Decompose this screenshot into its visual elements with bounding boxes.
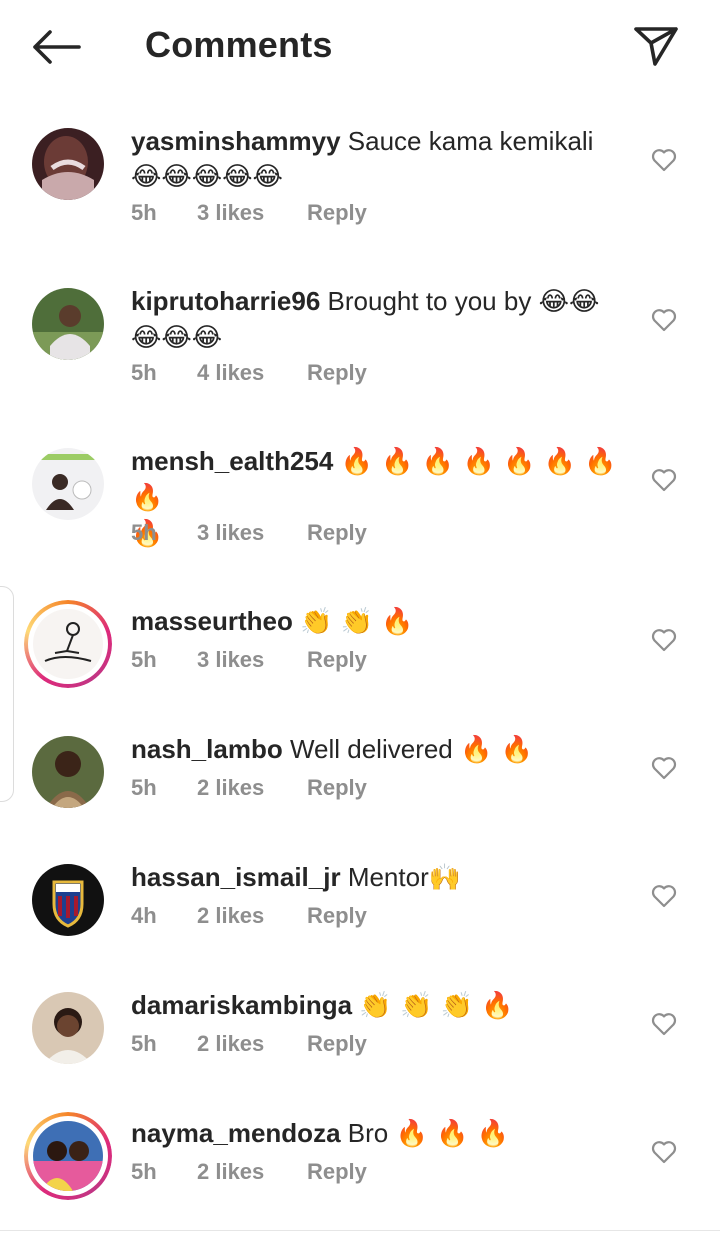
comment-meta: 4h 2 likes Reply: [131, 903, 367, 929]
comment-likes[interactable]: 2 likes: [197, 775, 307, 801]
comment-time: 5h: [131, 775, 157, 800]
comment-body: damariskambinga 👏 👏 👏 🔥: [131, 988, 631, 1024]
avatar[interactable]: [24, 1112, 112, 1200]
heart-outline-icon[interactable]: [650, 882, 678, 910]
comment-likes[interactable]: 3 likes: [197, 200, 307, 226]
comment-likes[interactable]: 2 likes: [197, 903, 307, 929]
comment-likes[interactable]: 4 likes: [197, 360, 307, 386]
comment-time: 5h: [131, 520, 157, 545]
comment-likes[interactable]: 3 likes: [197, 647, 307, 673]
comment-username[interactable]: hassan_ismail_jr: [131, 862, 341, 892]
comment-text: Well delivered: [289, 734, 453, 764]
comment-item: masseurtheo 👏 👏 🔥 5h 3 likes Reply: [0, 574, 720, 702]
header-bar: Comments: [0, 0, 720, 94]
comment-item: damariskambinga 👏 👏 👏 🔥 5h 2 likes Reply: [0, 958, 720, 1086]
comment-meta: 5h 3 likes Reply: [131, 647, 367, 673]
avatar[interactable]: [32, 992, 104, 1064]
share-button[interactable]: [628, 18, 684, 74]
comment-body: masseurtheo 👏 👏 🔥: [131, 604, 631, 640]
comment-list: yasminshammyy Sauce kama kemikali 😂😂😂😂😂 …: [0, 94, 720, 1214]
comment-likes[interactable]: 2 likes: [197, 1159, 307, 1185]
heart-outline-icon[interactable]: [650, 754, 678, 782]
comment-item: yasminshammyy Sauce kama kemikali 😂😂😂😂😂 …: [0, 94, 720, 254]
comment-emojis: 👏 👏 👏 🔥: [359, 991, 514, 1021]
comment-likes[interactable]: 2 likes: [197, 1031, 307, 1057]
heart-outline-icon[interactable]: [650, 466, 678, 494]
comment-body: yasminshammyy Sauce kama kemikali 😂😂😂😂😂: [131, 124, 631, 195]
comment-username[interactable]: damariskambinga: [131, 990, 352, 1020]
comment-emojis: 🔥 🔥 🔥: [395, 1119, 510, 1149]
comment-text: Sauce kama kemikali: [347, 126, 594, 156]
comment-username[interactable]: yasminshammyy: [131, 126, 341, 156]
comment-emojis: 🔥 🔥: [460, 735, 534, 765]
comment-time: 5h: [131, 360, 157, 385]
comment-text: Bro: [347, 1118, 389, 1148]
comment-text: Mentor: [347, 862, 429, 892]
comment-time: 5h: [131, 200, 157, 225]
avatar[interactable]: [32, 288, 104, 360]
comment-meta: 5h 3 likes Reply: [131, 200, 367, 226]
comment-likes[interactable]: 3 likes: [197, 520, 307, 546]
paper-plane-icon: [634, 27, 678, 66]
heart-outline-icon[interactable]: [650, 1010, 678, 1038]
comment-username[interactable]: nayma_mendoza: [131, 1118, 341, 1148]
comment-username[interactable]: mensh_ealth254: [131, 446, 333, 476]
comment-time: 5h: [131, 647, 157, 672]
reply-button[interactable]: Reply: [307, 520, 367, 546]
comment-emojis: 👏 👏 🔥: [300, 607, 414, 637]
reply-button[interactable]: Reply: [307, 1159, 367, 1185]
comment-emojis: 😂😂😂😂😂: [131, 162, 283, 192]
comment-body: kiprutoharrie96 Brought to you by 😂😂 😂😂😂: [131, 284, 631, 356]
comment-meta: 5h 2 likes Reply: [131, 775, 367, 801]
reply-button[interactable]: Reply: [307, 360, 367, 386]
avatar[interactable]: [32, 736, 104, 808]
reply-button[interactable]: Reply: [307, 903, 367, 929]
comment-time: 4h: [131, 903, 157, 928]
comment-text: Brought to you by: [327, 286, 532, 316]
comment-body: nash_lambo Well delivered 🔥 🔥: [131, 732, 631, 768]
comment-item: nayma_mendoza Bro 🔥 🔥 🔥 5h 2 likes Reply: [0, 1086, 720, 1214]
heart-outline-icon[interactable]: [650, 146, 678, 174]
comment-item: hassan_ismail_jr Mentor🙌 4h 2 likes Repl…: [0, 830, 720, 958]
comment-body: hassan_ismail_jr Mentor🙌: [131, 860, 631, 896]
heart-outline-icon[interactable]: [650, 306, 678, 334]
divider: [0, 1230, 720, 1231]
comment-item: nash_lambo Well delivered 🔥 🔥 5h 2 likes…: [0, 702, 720, 830]
page-title: Comments: [145, 24, 333, 65]
comment-emojis: 🙌: [428, 863, 462, 893]
reply-button[interactable]: Reply: [307, 200, 367, 226]
comment-item: mensh_ealth254 🔥 🔥 🔥 🔥 🔥 🔥 🔥 🔥 🔥 5h 3 li…: [0, 414, 720, 574]
comment-username[interactable]: nash_lambo: [131, 734, 283, 764]
comment-username[interactable]: masseurtheo: [131, 606, 293, 636]
avatar[interactable]: [32, 864, 104, 936]
heart-outline-icon[interactable]: [650, 626, 678, 654]
comment-item: kiprutoharrie96 Brought to you by 😂😂 😂😂😂…: [0, 254, 720, 414]
comment-meta: 5h 2 likes Reply: [131, 1031, 367, 1057]
comment-body: nayma_mendoza Bro 🔥 🔥 🔥: [131, 1116, 631, 1152]
comment-meta: 5h 2 likes Reply: [131, 1159, 367, 1185]
comment-time: 5h: [131, 1159, 157, 1184]
reply-button[interactable]: Reply: [307, 647, 367, 673]
comment-meta: 5h 4 likes Reply: [131, 360, 367, 386]
heart-outline-icon[interactable]: [650, 1138, 678, 1166]
arrow-left-icon: [33, 30, 81, 64]
avatar[interactable]: [24, 600, 112, 688]
avatar[interactable]: [32, 448, 104, 520]
comment-meta: 5h 3 likes Reply: [131, 520, 367, 546]
back-button[interactable]: [28, 22, 84, 72]
reply-button[interactable]: Reply: [307, 1031, 367, 1057]
comment-time: 5h: [131, 1031, 157, 1056]
comment-username[interactable]: kiprutoharrie96: [131, 286, 320, 316]
reply-button[interactable]: Reply: [307, 775, 367, 801]
comment-emojis-line2: 😂😂😂: [131, 323, 223, 353]
comment-emojis: 😂😂: [538, 287, 600, 317]
avatar[interactable]: [32, 128, 104, 200]
